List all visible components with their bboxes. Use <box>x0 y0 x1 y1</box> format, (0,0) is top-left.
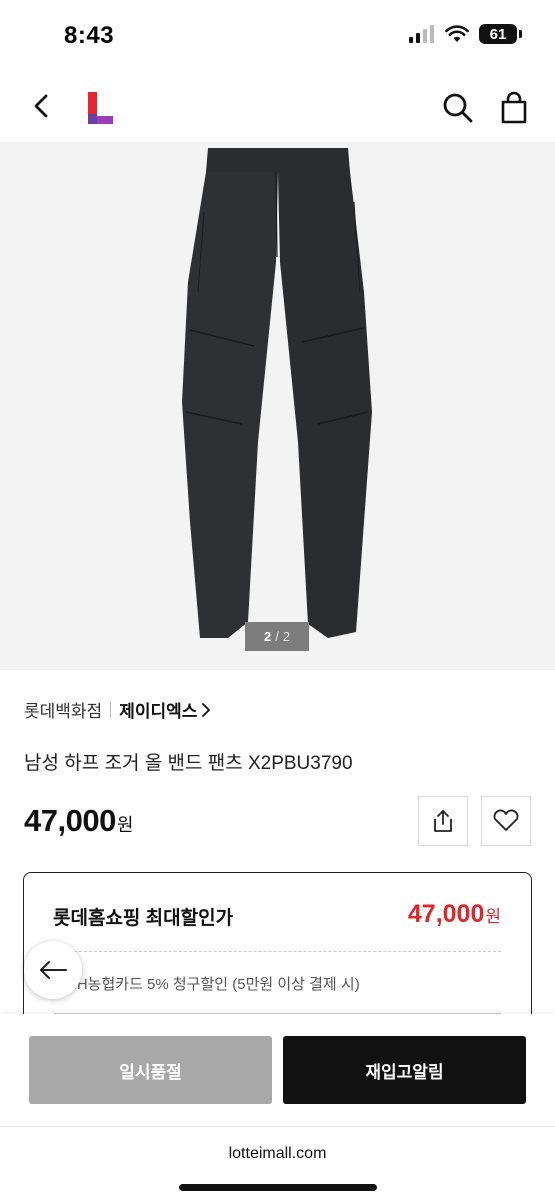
battery-level: 61 <box>489 25 507 43</box>
discount-price: 47,000 원 <box>408 900 501 929</box>
search-icon[interactable] <box>440 90 476 126</box>
pager-total: 2 <box>282 629 291 644</box>
shopping-bag-icon[interactable] <box>496 90 532 126</box>
heart-icon <box>493 809 519 831</box>
status-time: 8:43 <box>64 22 115 49</box>
price-unit: 원 <box>116 815 134 835</box>
pager-current: 2 <box>263 629 272 644</box>
arrow-left-icon <box>40 961 67 979</box>
status-indicators: 61 <box>409 24 522 44</box>
chevron-right-icon[interactable] <box>201 702 211 718</box>
browser-url-bar[interactable]: lotteimall.com <box>0 1126 555 1200</box>
discount-price-unit: 원 <box>485 907 501 926</box>
share-button[interactable] <box>418 796 468 846</box>
battery-icon: 61 <box>479 24 522 44</box>
soldout-button[interactable]: 일시품절 <box>29 1036 272 1104</box>
home-indicator[interactable] <box>179 1184 377 1191</box>
restock-alert-button[interactable]: 재입고알림 <box>283 1036 526 1104</box>
brand-breadcrumb: 롯데백화점 제이디엑스 <box>24 697 211 722</box>
divider <box>110 701 112 718</box>
wishlist-button[interactable] <box>481 796 531 846</box>
bottom-action-bar: 일시품절 재입고알림 <box>0 1014 555 1126</box>
price-value: 47,000 <box>24 803 116 838</box>
share-icon <box>434 810 452 832</box>
status-bar: 8:43 61 <box>0 0 555 72</box>
back-icon[interactable] <box>26 88 58 124</box>
pager-separator: / <box>275 629 279 644</box>
wifi-icon <box>445 25 469 42</box>
cellular-signal-icon <box>409 25 434 43</box>
product-image-gallery[interactable]: 2 / 2 <box>0 142 555 670</box>
dashed-divider <box>54 951 501 952</box>
store-name[interactable]: 롯데백화점 <box>24 697 102 722</box>
discount-price-value: 47,000 <box>407 900 485 928</box>
image-pager: 2 / 2 <box>245 622 309 651</box>
product-price: 47,000 원 <box>24 803 133 839</box>
product-image-pants <box>182 148 372 638</box>
floating-back-button[interactable] <box>24 941 82 999</box>
product-title: 남성 하프 조거 올 밴드 팬츠 X2PBU3790 <box>24 753 353 774</box>
lotte-logo[interactable] <box>86 92 116 124</box>
brand-link[interactable]: 제이디엑스 <box>119 697 197 722</box>
url-text[interactable]: lotteimall.com <box>0 1145 555 1163</box>
discount-title: 롯데홈쇼핑 최대할인가 <box>53 908 234 929</box>
card-discount-note: NH농협카드 5% 청구할인 (5만원 이상 결제 시) <box>66 976 360 993</box>
top-navigation <box>0 72 555 142</box>
